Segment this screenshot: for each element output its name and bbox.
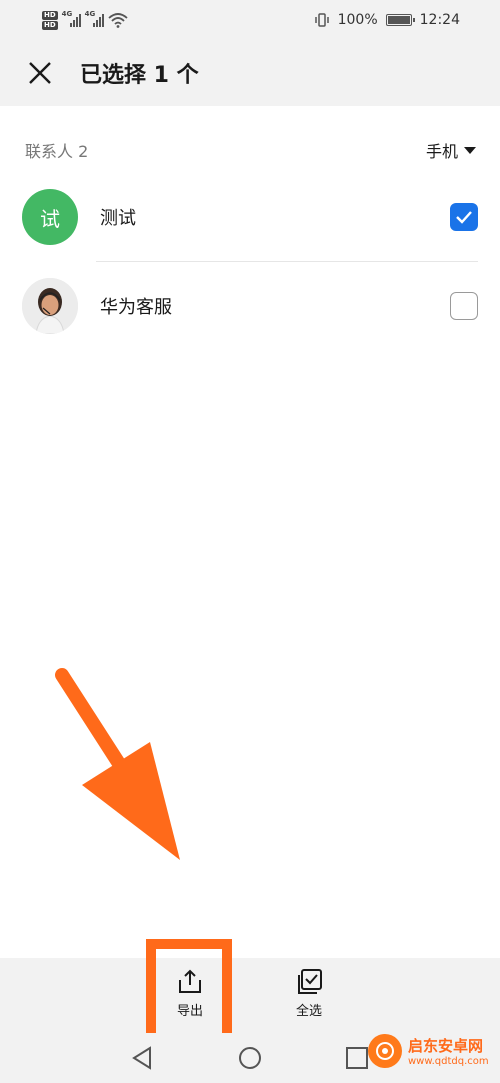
status-time: 12:24 [419, 12, 460, 28]
contact-row[interactable]: 华为客服 [0, 262, 500, 350]
select-all-icon [298, 969, 322, 994]
account-filter-dropdown[interactable]: 手机 [426, 138, 476, 162]
contact-photo-icon [22, 278, 78, 334]
nav-back-icon[interactable] [128, 1043, 158, 1073]
hd-icon: HD HD [42, 10, 58, 30]
contact-checkbox[interactable] [450, 292, 478, 320]
selection-header: 已选择 1 个 [0, 40, 500, 106]
select-all-button[interactable]: 全选 [274, 968, 344, 1028]
avatar: 试 [22, 189, 78, 245]
sim1-network-label: 4G [61, 10, 73, 18]
avatar-letter: 试 [40, 206, 60, 231]
contact-checkbox[interactable] [450, 203, 478, 231]
wifi-icon [108, 13, 128, 28]
close-button[interactable] [20, 53, 60, 93]
sim2-network-label: 4G [84, 10, 96, 18]
watermark-main: 启东安卓网 [408, 1036, 484, 1055]
watermark-sub: www.qdtdq.com [408, 1055, 489, 1067]
close-icon [29, 62, 51, 84]
filter-label: 手机 [425, 142, 458, 161]
contact-name: 测试 [100, 208, 136, 229]
signal-icon: 4G [84, 10, 104, 27]
nav-home-icon[interactable] [235, 1043, 265, 1073]
watermark-icon [368, 1033, 402, 1068]
battery-percent: 100% [337, 12, 378, 28]
status-bar: HD HD 4G 4G 100% 12:24 [0, 0, 500, 40]
signal-icon: 4G [61, 10, 81, 27]
contact-row[interactable]: 试 测试 [0, 173, 500, 261]
avatar [22, 278, 78, 334]
status-left: HD HD 4G 4G [42, 10, 128, 30]
export-label: 导出 [176, 1004, 203, 1019]
select-all-label: 全选 [295, 1004, 322, 1019]
vibrate-icon [314, 13, 329, 27]
watermark-logo: 启东安卓网 www.qdtdq.com [368, 1018, 500, 1083]
hd-top-label: HD [42, 10, 58, 20]
export-button[interactable]: 导出 [155, 968, 225, 1028]
battery-icon [385, 14, 415, 26]
page-title: 已选择 1 个 [80, 63, 199, 88]
section-label: 联系人 2 [25, 142, 89, 161]
status-right: 100% 12:24 [314, 12, 460, 28]
share-icon [179, 969, 201, 993]
contact-name: 华为客服 [100, 297, 172, 318]
checkmark-icon [456, 211, 472, 224]
contacts-section-header: 联系人 2 手机 [0, 130, 500, 170]
caret-down-icon [464, 146, 476, 154]
watermark-text: 启东安卓网 www.qdtdq.com [408, 1035, 489, 1067]
hd-bottom-label: HD [42, 20, 58, 30]
